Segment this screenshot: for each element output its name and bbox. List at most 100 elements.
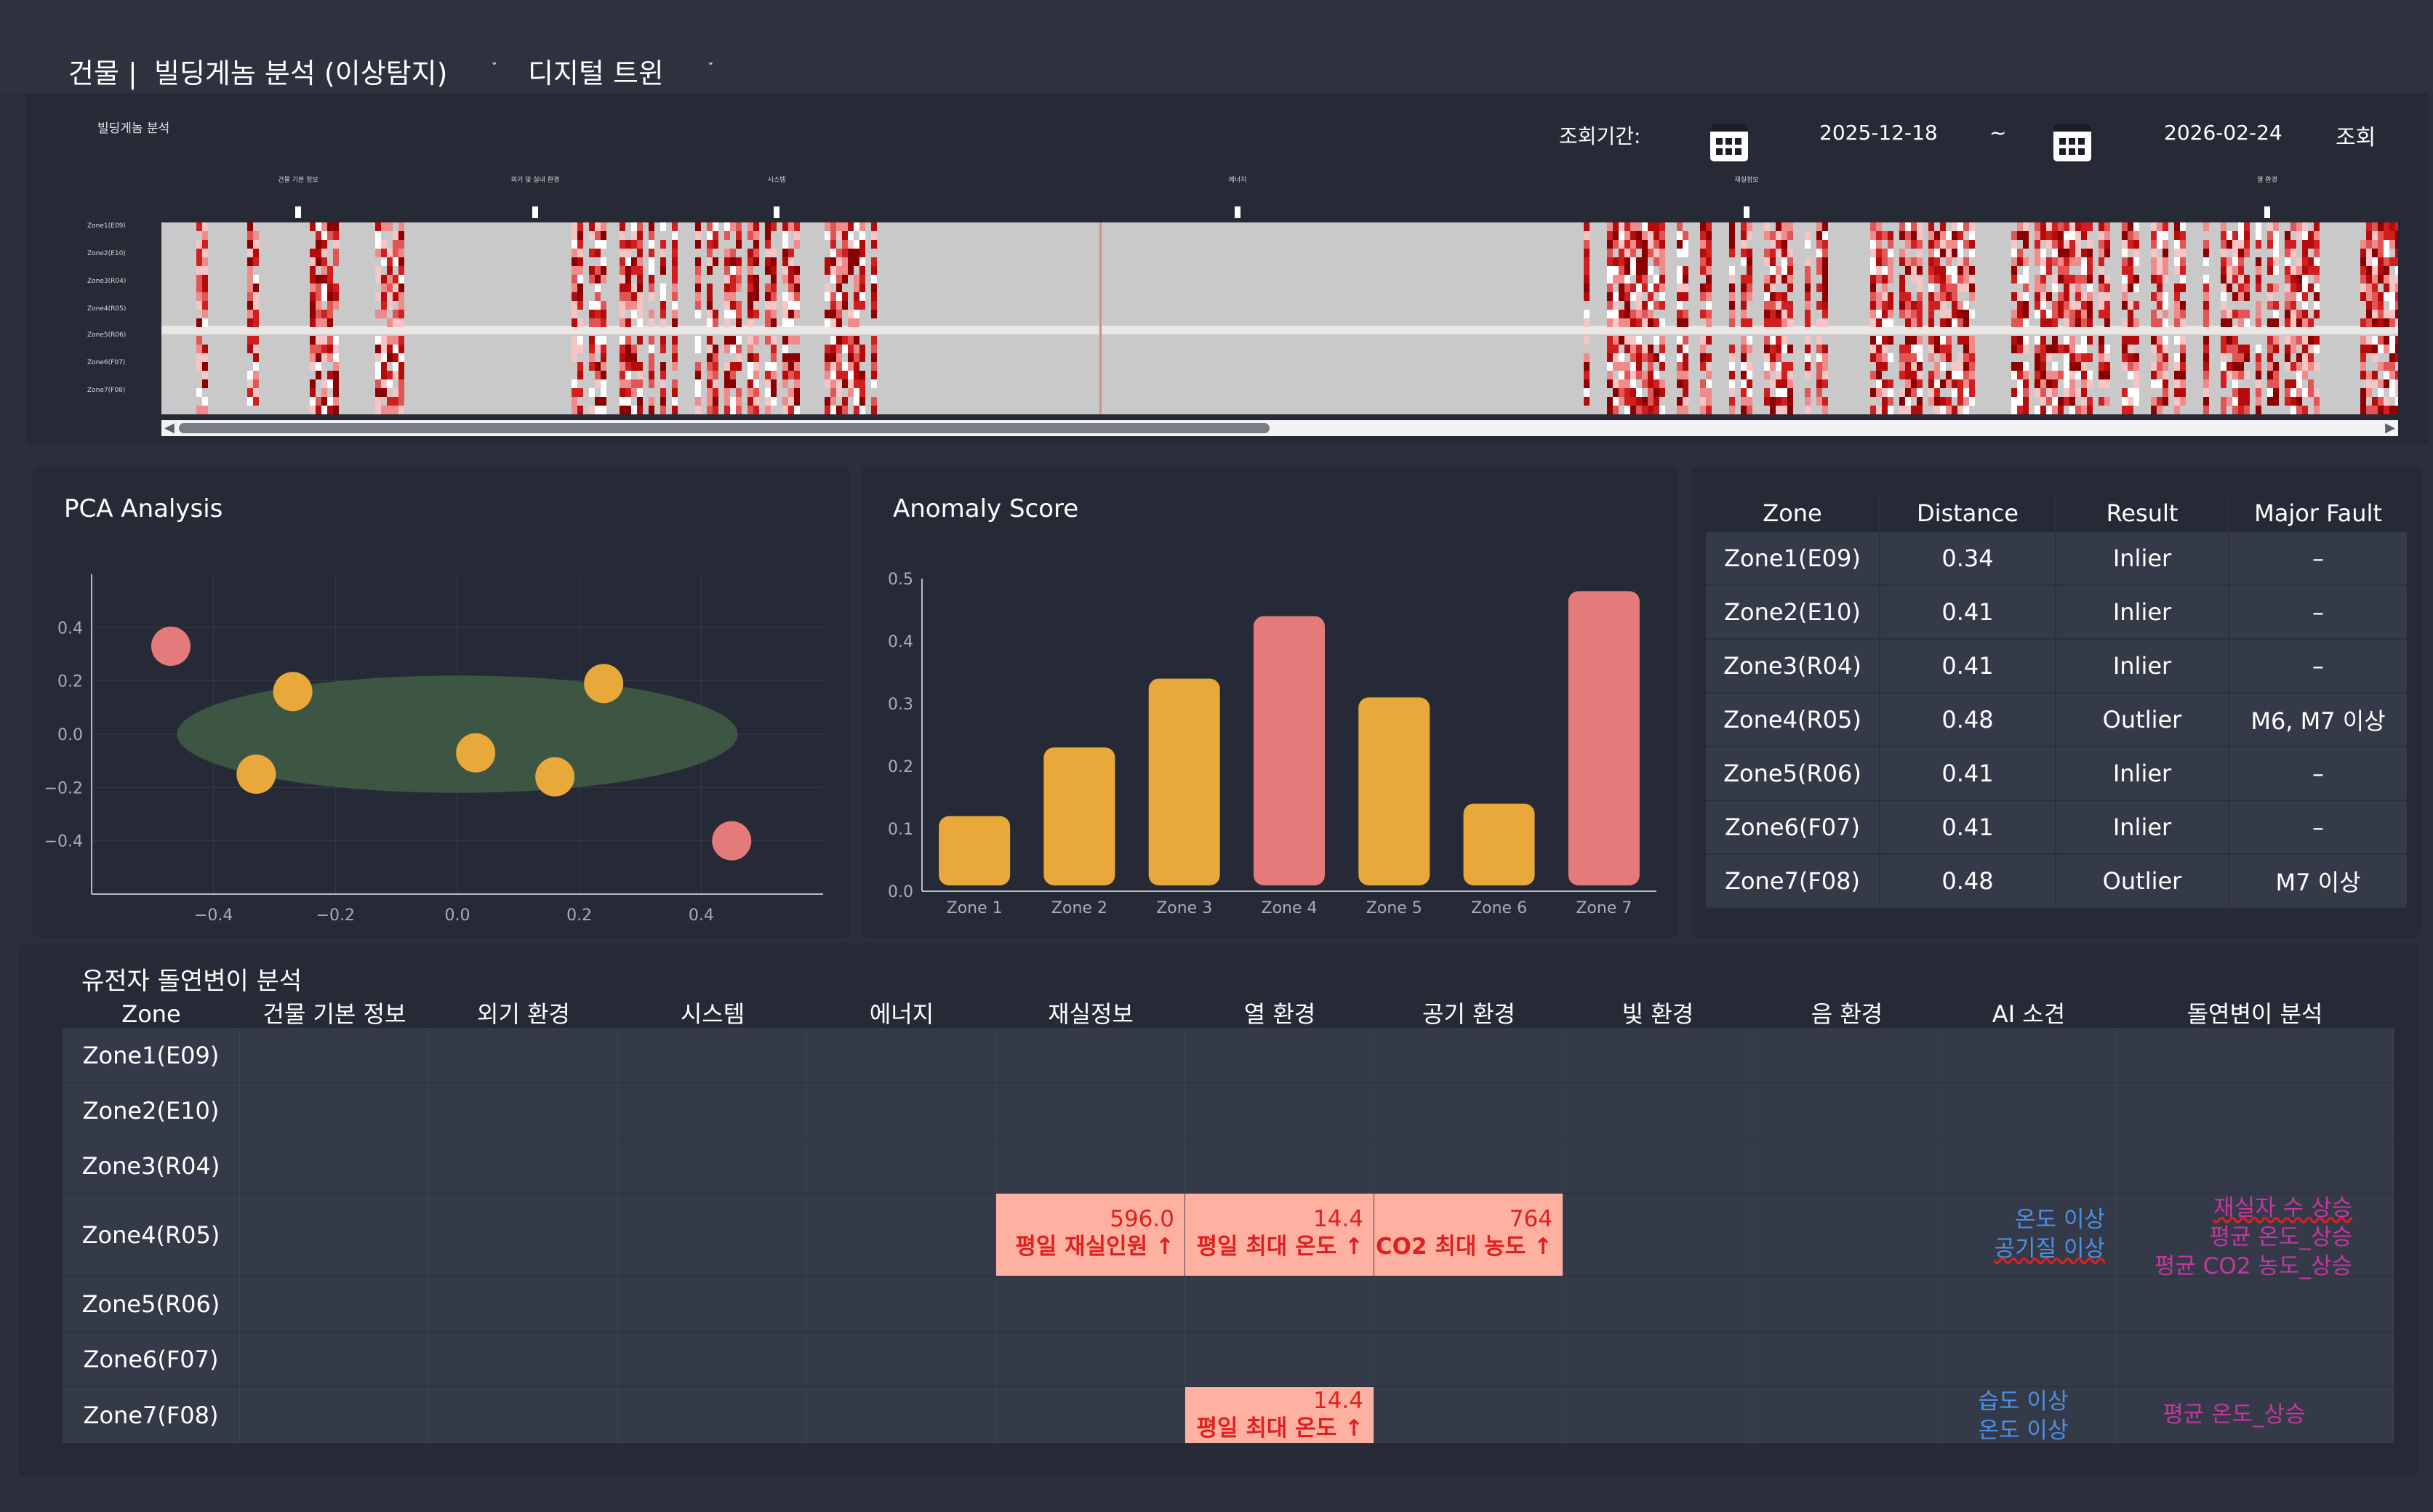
- mutation-table-row[interactable]: Zone3(R04): [63, 1138, 2394, 1194]
- zone-cell: Zone6(F07): [63, 1332, 240, 1386]
- chevron-down-icon[interactable]: ˇ: [491, 61, 497, 76]
- highlight-label: CO2 최대 농도 ↑: [1375, 1234, 1552, 1260]
- mutation-cell: [1941, 1138, 2116, 1193]
- section-marker[interactable]: [1235, 206, 1240, 218]
- highlight-value: 14.4: [1312, 1206, 1363, 1232]
- chevron-down-icon[interactable]: ˇ: [708, 61, 714, 76]
- scrollbar-thumb[interactable]: [179, 423, 1270, 433]
- section-marker[interactable]: [295, 206, 301, 218]
- mutation-cell: [1752, 1028, 1941, 1082]
- zone-table-row[interactable]: Zone5(R06) 0.41 Inlier –: [1706, 747, 2407, 801]
- scroll-right-icon[interactable]: ▶: [2385, 420, 2395, 436]
- x-tick-label: Zone 4: [1262, 899, 1318, 917]
- outlier-point: [712, 821, 752, 861]
- mutation-cell: [1752, 1276, 1941, 1331]
- anomaly-bar: [1463, 803, 1535, 885]
- y-tick-label: 0.4: [888, 633, 913, 651]
- calendar-icon[interactable]: [1710, 124, 1748, 161]
- mutation-cell: 14.4 평일 최대 온도 ↑: [1185, 1194, 1374, 1276]
- zone-cell: Zone1(E09): [63, 1028, 240, 1082]
- mutation-cell: [429, 1083, 618, 1138]
- mutation-cell: [429, 1194, 618, 1276]
- mutation-cell: [1563, 1387, 1752, 1443]
- heatmap-separator: [161, 326, 2398, 334]
- y-tick-label: 0.2: [888, 758, 913, 776]
- mutation-cell: [1941, 1028, 2116, 1082]
- y-tick-label: 0.1: [888, 821, 913, 839]
- mutation-cell: [1185, 1276, 1374, 1331]
- zone-table-row[interactable]: Zone7(F08) 0.48 Outlier M7 이상: [1706, 855, 2407, 909]
- query-button[interactable]: 조회: [2336, 119, 2376, 151]
- mutation-table-row[interactable]: Zone7(F08) 14.4 평일 최대 온도 ↑ 습도 이상 온도 이상 평균 온도_…: [63, 1387, 2394, 1444]
- mutation-cell: [1374, 1276, 1563, 1331]
- mutation-cell: [807, 1028, 996, 1082]
- y-tick-label: 0.2: [57, 673, 83, 691]
- fault-cell: –: [2312, 652, 2324, 680]
- heatmap-zone-label: Zone6(F07): [87, 359, 126, 366]
- mutation-cell: [2116, 1276, 2394, 1331]
- scroll-left-icon[interactable]: ◀: [164, 420, 175, 436]
- mutation-cell: [240, 1083, 429, 1138]
- pca-panel: PCA Analysis −0.4 −0.4 −0.2 −0.2 0.0 0.0 0.2 0.…: [32, 465, 851, 938]
- distance-cell: 0.48: [1880, 855, 2056, 907]
- anomaly-bar: [1043, 747, 1115, 885]
- mutation-table-row[interactable]: Zone5(R06): [63, 1276, 2394, 1332]
- zone-table-row[interactable]: Zone6(F07) 0.41 Inlier –: [1706, 801, 2407, 855]
- zone-table-row[interactable]: Zone2(E10) 0.41 Inlier –: [1706, 586, 2407, 640]
- mutation-cell: [1374, 1332, 1563, 1386]
- ai-finding: 습도 이상 온도 이상: [1941, 1387, 2115, 1445]
- zone-table-row[interactable]: Zone4(R05) 0.48 Outlier M6, M7 이상: [1706, 693, 2407, 747]
- horizontal-scrollbar[interactable]: ◀ ▶: [161, 420, 2398, 436]
- y-tick-label: 0.0: [888, 883, 913, 901]
- x-tick-label: 0.4: [689, 906, 714, 925]
- mutation-cell: [240, 1387, 429, 1443]
- start-date[interactable]: 2025-12-18: [1819, 121, 1938, 145]
- end-date[interactable]: 2026-02-24: [2164, 121, 2282, 145]
- x-tick-label: Zone 2: [1051, 899, 1107, 917]
- breadcrumb-building[interactable]: 건물 |: [68, 51, 137, 91]
- mutation-cell: [618, 1387, 807, 1443]
- section-marker[interactable]: [2264, 206, 2270, 218]
- breadcrumb-building-genome[interactable]: 빌딩게놈 분석 (이상탐지) ˇ: [154, 51, 497, 91]
- mutation-table-row[interactable]: Zone4(R05) 596.0 평일 재실인원 ↑ 14.4 평일 최대 온도 ↑ 76…: [63, 1194, 2394, 1279]
- mutation-header-cell: 외기 환경: [477, 1000, 570, 1028]
- result-cell: Inlier: [2056, 747, 2229, 800]
- mutation-cell: [2116, 1332, 2394, 1386]
- mutation-cell: [1752, 1083, 1941, 1138]
- mutation-cell: [1185, 1332, 1374, 1386]
- distance-cell: 0.41: [1880, 801, 2056, 853]
- fault-cell: –: [2312, 598, 2324, 626]
- zone-table-row[interactable]: Zone1(E09) 0.34 Inlier –: [1706, 532, 2407, 586]
- mutation-table-row[interactable]: Zone1(E09): [63, 1028, 2394, 1083]
- ai-finding-line: 공기질 이상: [1994, 1236, 2105, 1262]
- mutation-cell: [1374, 1387, 1563, 1443]
- distance-cell: 0.41: [1880, 586, 2056, 638]
- breadcrumb-digital-twin[interactable]: 디지털 트윈 ˇ: [528, 51, 714, 91]
- zone-cell: Zone5(R06): [63, 1276, 240, 1331]
- header-distance: Distance: [1880, 494, 2056, 532]
- mutation-cell: [1752, 1332, 1941, 1386]
- mutation-cell: [618, 1194, 807, 1276]
- section-marker[interactable]: [774, 206, 779, 218]
- mutation-cell: [1563, 1028, 1752, 1082]
- genome-heatmap[interactable]: [161, 222, 2398, 414]
- anomaly-panel: Anomaly Score 0.0 0.1 0.2 0.3 0.4 0.5 Zone 1 Zo…: [861, 465, 1678, 938]
- calendar-icon[interactable]: [2053, 124, 2091, 161]
- x-tick-label: Zone 7: [1576, 899, 1632, 917]
- mutation-finding: 재실자 수 상승 평균 온도_상승 평균 CO2 농도_상승: [2116, 1194, 2393, 1281]
- y-tick-label: 0.0: [57, 726, 83, 744]
- date-separator: ~: [1989, 121, 2007, 145]
- inlier-point: [584, 664, 624, 704]
- x-tick-label: −0.4: [194, 906, 233, 925]
- zone-distance-table: Zone Distance Result Major Fault Zone1(E…: [1706, 494, 2407, 909]
- anomaly-bar: [1358, 697, 1430, 885]
- result-cell: Outlier: [2056, 855, 2229, 907]
- section-marker[interactable]: [1744, 206, 1749, 218]
- mutation-cell: [429, 1387, 618, 1443]
- zone-table-row[interactable]: Zone3(R04) 0.41 Inlier –: [1706, 640, 2407, 693]
- mutation-table-row[interactable]: Zone2(E10): [63, 1083, 2394, 1138]
- section-marker[interactable]: [532, 206, 538, 218]
- mutation-cell: [618, 1276, 807, 1331]
- mutation-cell: [618, 1028, 807, 1082]
- mutation-table-row[interactable]: Zone6(F07): [63, 1332, 2394, 1387]
